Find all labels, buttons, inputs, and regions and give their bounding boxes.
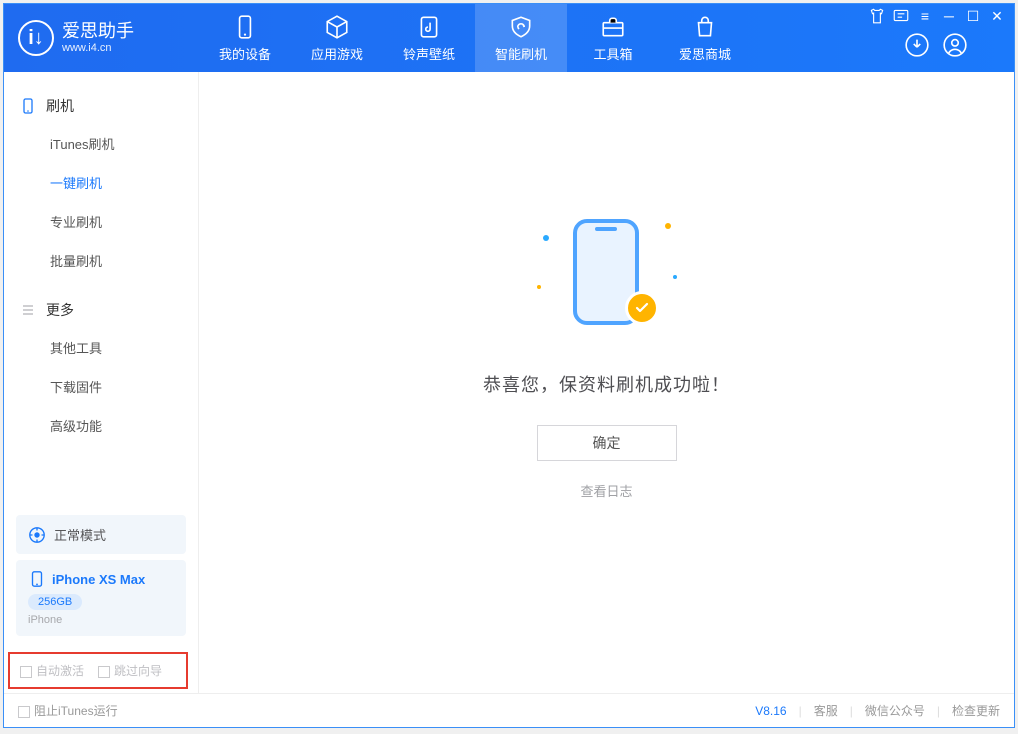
sidebar-section-flash: 刷机 xyxy=(4,88,198,124)
sidebar-nav: 刷机 iTunes刷机 一键刷机 专业刷机 批量刷机 更多 其他工具 下载固件 … xyxy=(4,72,198,503)
device-name-box[interactable]: iPhone XS Max 256GB iPhone xyxy=(16,560,186,636)
sidebar-item-other-tools[interactable]: 其他工具 xyxy=(4,328,198,367)
window-controls: ≡ ─ ☐ ✕ xyxy=(868,7,1006,25)
feedback-icon[interactable] xyxy=(892,7,910,25)
user-circle-icon[interactable] xyxy=(942,32,968,58)
app-window: i↓ 爱思助手 www.i4.cn 我的设备 应用游戏 铃声壁纸 智能刷机 xyxy=(3,3,1015,728)
version-text: V8.16 xyxy=(755,704,786,718)
tab-store[interactable]: 爱思商城 xyxy=(659,4,751,72)
checkbox-auto-activate[interactable]: 自动激活 xyxy=(20,662,84,679)
statusbar-right: V8.16 | 客服 | 微信公众号 | 检查更新 xyxy=(755,702,1000,719)
check-update-link[interactable]: 检查更新 xyxy=(952,702,1000,719)
tab-ringtones-wallpapers[interactable]: 铃声壁纸 xyxy=(383,4,475,72)
device-mode-box[interactable]: 正常模式 xyxy=(16,515,186,554)
shirt-icon[interactable] xyxy=(868,7,886,25)
checkbox-prevent-itunes[interactable]: 阻止iTunes运行 xyxy=(18,702,118,719)
check-badge-icon xyxy=(625,291,659,325)
tab-toolbox[interactable]: 工具箱 xyxy=(567,4,659,72)
statusbar: 阻止iTunes运行 V8.16 | 客服 | 微信公众号 | 检查更新 xyxy=(4,693,1014,727)
app-logo-icon: i↓ xyxy=(18,20,54,56)
logo-text: 爱思助手 www.i4.cn xyxy=(62,22,134,54)
device-type-text: iPhone xyxy=(28,614,174,626)
sidebar-item-pro-flash[interactable]: 专业刷机 xyxy=(4,202,198,241)
main-content: 恭喜您，保资料刷机成功啦！ 确定 查看日志 xyxy=(199,72,1014,693)
tab-my-device[interactable]: 我的设备 xyxy=(199,4,291,72)
device-info-area: 正常模式 iPhone XS Max 256GB iPhone xyxy=(4,503,198,648)
cube-icon xyxy=(324,14,350,40)
checkbox-icon xyxy=(18,706,30,718)
phone-small-icon xyxy=(28,570,46,588)
highlighted-checkbox-row: 自动激活 跳过向导 xyxy=(8,652,188,689)
refresh-shield-icon xyxy=(508,14,534,40)
device-mode-text: 正常模式 xyxy=(54,525,106,544)
body: 刷机 iTunes刷机 一键刷机 专业刷机 批量刷机 更多 其他工具 下载固件 … xyxy=(4,72,1014,693)
phone-icon xyxy=(232,14,258,40)
checkbox-skip-guide[interactable]: 跳过向导 xyxy=(98,662,162,679)
menu-icon[interactable]: ≡ xyxy=(916,7,934,25)
logo-area: i↓ 爱思助手 www.i4.cn xyxy=(4,20,199,56)
sidebar-section-more: 更多 xyxy=(4,292,198,328)
close-icon[interactable]: ✕ xyxy=(988,7,1006,25)
tab-apps-games[interactable]: 应用游戏 xyxy=(291,4,383,72)
success-message: 恭喜您，保资料刷机成功啦！ xyxy=(483,371,730,397)
success-illustration xyxy=(537,205,677,345)
checkbox-icon xyxy=(20,666,32,678)
app-title: 爱思助手 xyxy=(62,22,134,42)
sidebar: 刷机 iTunes刷机 一键刷机 专业刷机 批量刷机 更多 其他工具 下载固件 … xyxy=(4,72,199,693)
top-tabs: 我的设备 应用游戏 铃声壁纸 智能刷机 工具箱 爱思商城 xyxy=(199,4,751,72)
sidebar-item-oneclick-flash[interactable]: 一键刷机 xyxy=(4,163,198,202)
minimize-icon[interactable]: ─ xyxy=(940,7,958,25)
checkbox-icon xyxy=(98,666,110,678)
titlebar-right-icons xyxy=(904,32,968,58)
list-icon xyxy=(20,302,36,318)
support-link[interactable]: 客服 xyxy=(814,702,838,719)
wechat-link[interactable]: 微信公众号 xyxy=(865,702,925,719)
app-subtitle: www.i4.cn xyxy=(62,42,134,54)
device-name-text: iPhone XS Max xyxy=(52,572,145,587)
music-file-icon xyxy=(416,14,442,40)
ok-button[interactable]: 确定 xyxy=(537,425,677,461)
sidebar-item-itunes-flash[interactable]: iTunes刷机 xyxy=(4,124,198,163)
bag-icon xyxy=(692,14,718,40)
device-capacity-pill: 256GB xyxy=(28,594,82,610)
maximize-icon[interactable]: ☐ xyxy=(964,7,982,25)
device-icon xyxy=(20,98,36,114)
sidebar-item-download-firmware[interactable]: 下载固件 xyxy=(4,367,198,406)
tab-smart-flash[interactable]: 智能刷机 xyxy=(475,4,567,72)
briefcase-icon xyxy=(600,14,626,40)
mode-icon xyxy=(28,526,46,544)
titlebar: i↓ 爱思助手 www.i4.cn 我的设备 应用游戏 铃声壁纸 智能刷机 xyxy=(4,4,1014,72)
sidebar-item-batch-flash[interactable]: 批量刷机 xyxy=(4,241,198,280)
download-circle-icon[interactable] xyxy=(904,32,930,58)
view-log-link[interactable]: 查看日志 xyxy=(580,481,632,500)
sidebar-item-advanced[interactable]: 高级功能 xyxy=(4,406,198,445)
